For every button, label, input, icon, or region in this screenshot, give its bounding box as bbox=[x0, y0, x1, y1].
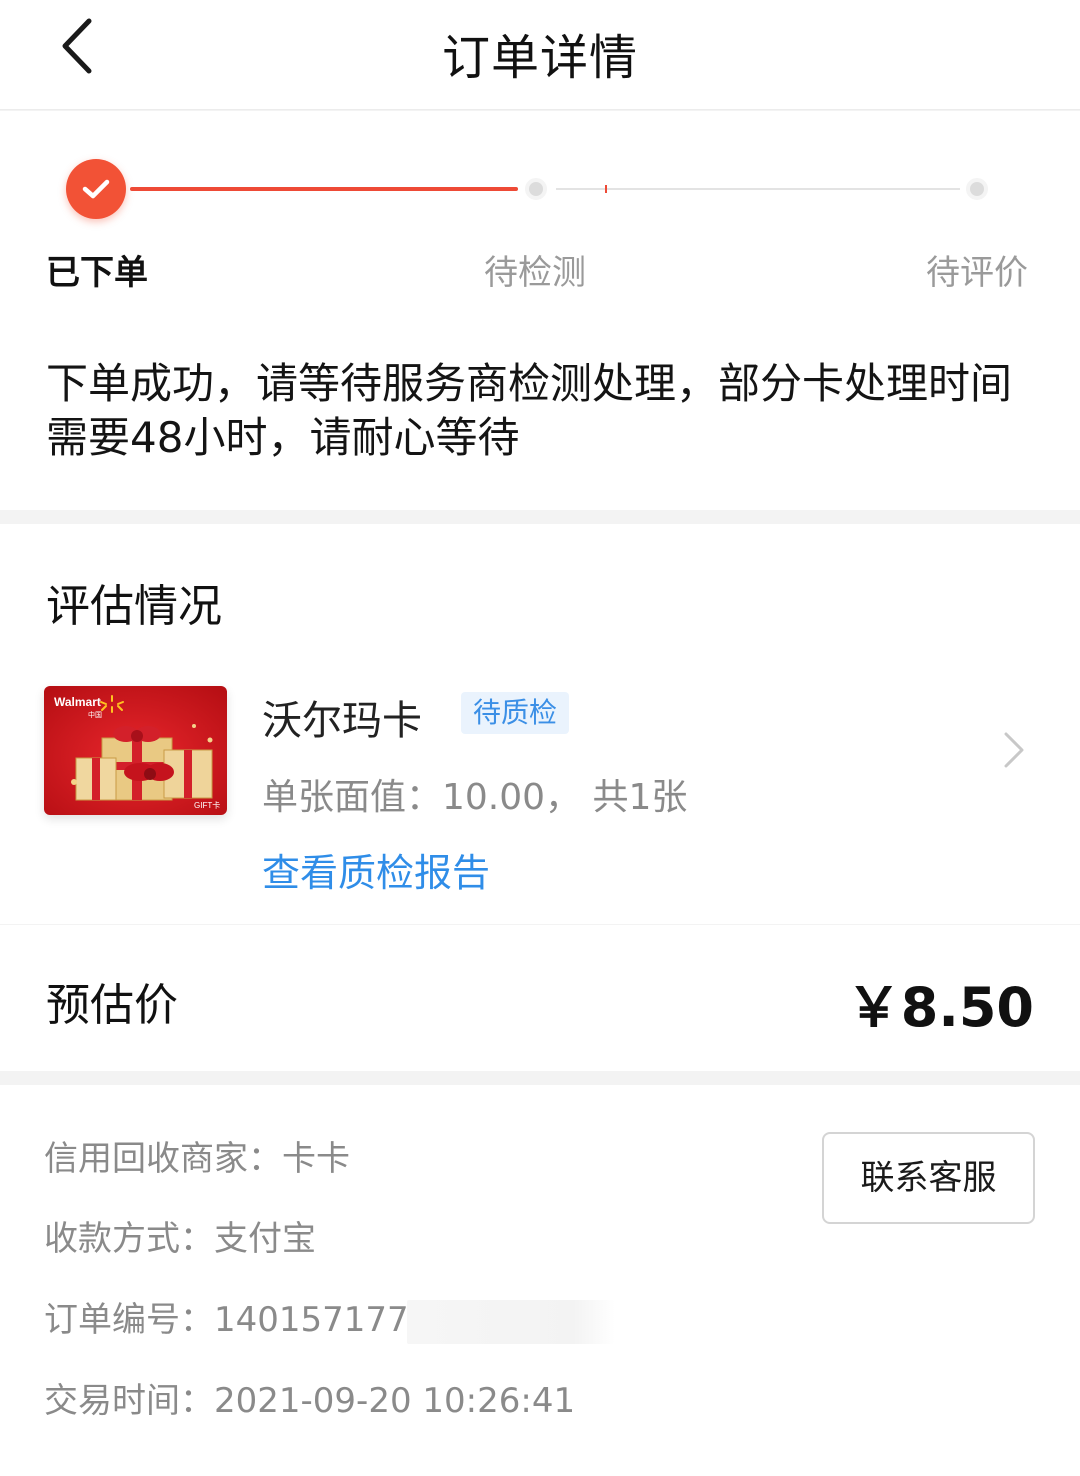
order-number: 订单编号：140157177 bbox=[44, 1300, 409, 1340]
payment-method: 收款方式：支付宝 bbox=[44, 1219, 316, 1259]
redacted-mask bbox=[406, 1299, 615, 1344]
chevron-right-icon bbox=[1004, 732, 1024, 768]
contact-support-button[interactable]: 联系客服 bbox=[822, 1132, 1035, 1224]
progress-line-complete bbox=[130, 187, 518, 191]
progress-marker bbox=[605, 185, 607, 193]
evaluation-section: 评估情况 Walmart 中国 GIFT卡 沃尔玛卡 待质检 单张面值：10.0… bbox=[0, 524, 1080, 924]
step-done-dot bbox=[66, 159, 126, 219]
step-pending-dot bbox=[525, 178, 547, 200]
region-text: 中国 bbox=[88, 710, 102, 719]
card-detail-button[interactable] bbox=[994, 724, 1034, 776]
card-name: 沃尔玛卡 bbox=[262, 698, 422, 744]
estimated-price-row: 预估价 ￥8.50 bbox=[0, 925, 1080, 1071]
status-message: 下单成功，请等待服务商检测处理，部分卡处理时间需要48小时，请耐心等待 bbox=[46, 359, 1013, 462]
qc-report-link[interactable]: 查看质检报告 bbox=[262, 842, 490, 897]
progress-line-pending bbox=[556, 188, 960, 190]
gift-card-text: GIFT卡 bbox=[194, 800, 220, 810]
section-title: 评估情况 bbox=[46, 581, 222, 632]
check-icon bbox=[82, 179, 110, 199]
step-label-inspection: 待检测 bbox=[484, 253, 586, 293]
order-info: 信用回收商家：卡卡 收款方式：支付宝 订单编号：140157177 交易时间：2… bbox=[0, 1085, 1080, 1476]
top-bar: 订单详情 bbox=[0, 0, 1080, 110]
page-title: 订单详情 bbox=[441, 30, 638, 86]
transaction-time: 交易时间：2021-09-20 10:26:41 bbox=[44, 1381, 576, 1421]
status-badge: 待质检 bbox=[461, 692, 570, 734]
face-value-text: 单张面值：10.00， 共1张 bbox=[262, 777, 688, 818]
brand-text: Walmart bbox=[54, 695, 101, 709]
step-pending-dot bbox=[966, 178, 988, 200]
merchant-info: 信用回收商家：卡卡 bbox=[44, 1139, 350, 1179]
price-value: ￥8.50 bbox=[846, 976, 1034, 1039]
order-progress: 已下单 待检测 待评价 下单成功，请等待服务商检测处理，部分卡处理时间需要48小… bbox=[0, 111, 1080, 510]
step-label-review: 待评价 bbox=[926, 253, 1028, 293]
order-number-row: 订单编号：140157177 bbox=[44, 1292, 615, 1344]
gift-card-image: Walmart 中国 GIFT卡 bbox=[44, 686, 227, 815]
step-label-ordered: 已下单 bbox=[46, 253, 148, 293]
price-label: 预估价 bbox=[46, 980, 178, 1031]
